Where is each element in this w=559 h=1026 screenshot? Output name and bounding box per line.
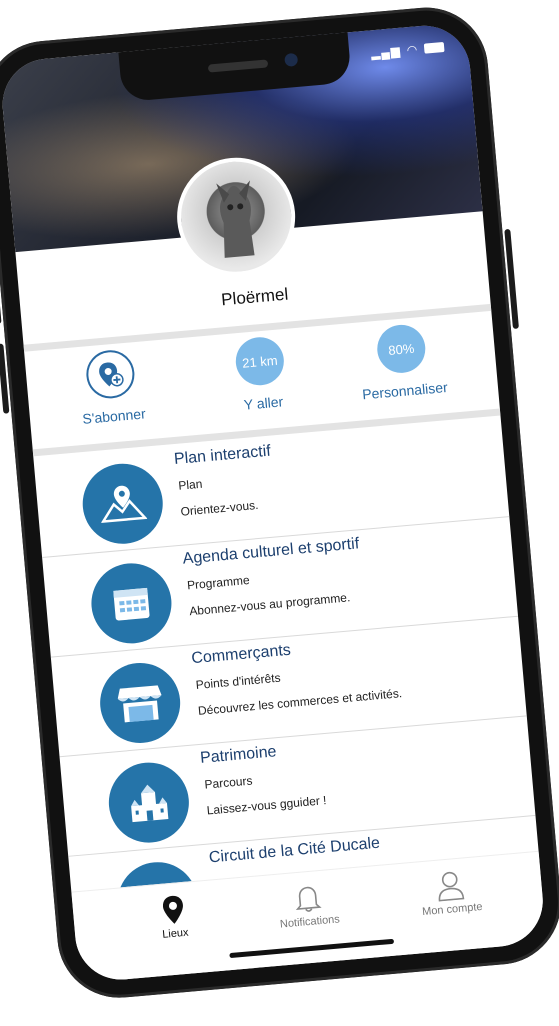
item-description: Découvrez les commerces et activités. xyxy=(197,686,403,718)
place-name: Ploërmel xyxy=(220,284,289,310)
item-subtitle: Parcours xyxy=(203,773,253,792)
item-description: Laissez-vous gguider ! xyxy=(206,793,328,818)
item-description: Orientez-vous. xyxy=(180,497,259,519)
home-indicator xyxy=(229,938,395,959)
customize-badge: 80% xyxy=(375,322,428,375)
item-subtitle: Programme xyxy=(186,572,251,593)
front-camera xyxy=(284,52,299,67)
item-subtitle: Points d'intérêts xyxy=(195,670,282,693)
battery-icon xyxy=(423,41,445,54)
speaker xyxy=(207,59,269,73)
phone-device: ▂▄▆ ◠ Ploërmel S'abonner 21 km Y aller 8… xyxy=(0,0,559,1025)
customize-button[interactable]: 80% Personnaliser xyxy=(329,319,475,405)
subscribe-button[interactable]: S'abonner xyxy=(39,344,185,430)
item-title: Plan interactif xyxy=(173,442,272,469)
wifi-icon: ◠ xyxy=(406,42,419,58)
signal-icon: ▂▄▆ xyxy=(370,43,402,61)
item-title: Commerçants xyxy=(190,641,292,668)
customize-label: Personnaliser xyxy=(361,378,449,403)
tab-notifications[interactable]: Notifications xyxy=(246,875,370,933)
go-there-button[interactable]: 21 km Y aller xyxy=(188,331,334,417)
calendar-icon xyxy=(88,560,175,647)
app-screen: ▂▄▆ ◠ Ploërmel S'abonner 21 km Y aller 8… xyxy=(0,21,547,984)
subscribe-icon xyxy=(84,348,137,401)
item-title: Patrimoine xyxy=(199,743,278,767)
castle-icon xyxy=(105,759,193,846)
go-there-label: Y aller xyxy=(243,393,284,413)
tab-mon-compte[interactable]: Mon compte xyxy=(389,862,513,920)
subscribe-label: S'abonner xyxy=(81,405,147,427)
item-subtitle: Plan xyxy=(177,476,203,493)
item-description: Abonnez-vous au programme. xyxy=(188,590,351,619)
tab-lieux[interactable]: Lieux xyxy=(112,887,236,945)
shop-icon xyxy=(96,659,184,747)
distance-badge: 21 km xyxy=(233,335,286,388)
map-icon xyxy=(79,460,167,548)
